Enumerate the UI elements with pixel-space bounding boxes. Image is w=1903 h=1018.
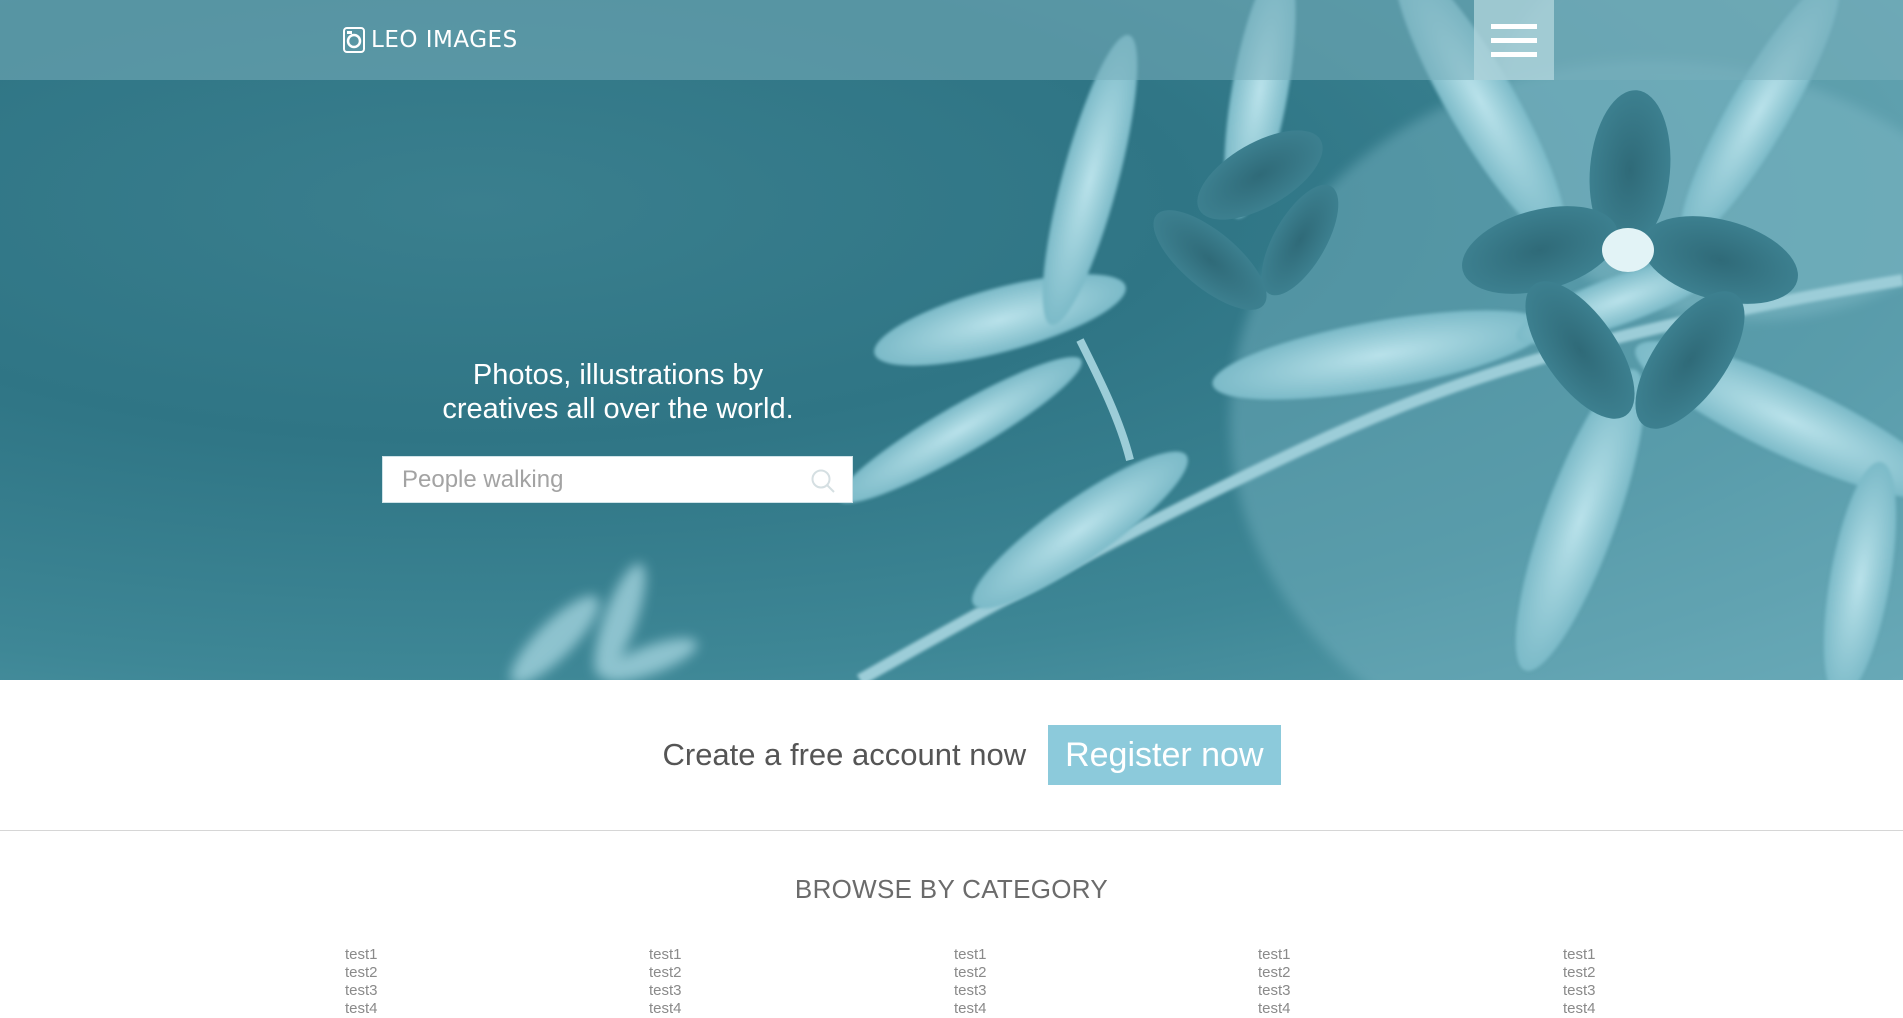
search-box (382, 456, 853, 503)
category-link[interactable]: test4 (954, 1000, 1154, 1018)
hero-tagline: Photos, illustrations by creatives all o… (382, 358, 854, 426)
category-link[interactable]: test4 (649, 1000, 849, 1018)
register-prompt: Create a free account now (662, 737, 1027, 772)
category-column: test1 test2 test3 test4 (345, 946, 545, 1018)
brand-logo[interactable]: LEO IMAGES (343, 26, 518, 54)
category-link[interactable]: test1 (649, 946, 849, 964)
hero-flower-image (510, 0, 1903, 680)
tagline-line-2: creatives all over the world. (442, 393, 794, 425)
section-divider (0, 830, 1903, 831)
category-link[interactable]: test2 (345, 964, 545, 982)
category-column: test1 test2 test3 test4 (1563, 946, 1763, 1018)
browse-category-title: BROWSE BY CATEGORY (794, 874, 1109, 904)
category-column: test1 test2 test3 test4 (649, 946, 849, 1018)
search-icon[interactable] (810, 468, 836, 494)
category-link[interactable]: test3 (1258, 982, 1458, 1000)
category-link[interactable]: test1 (1563, 946, 1763, 964)
category-link[interactable]: test2 (1258, 964, 1458, 982)
brand-name: LEO IMAGES (371, 27, 518, 53)
category-link[interactable]: test3 (954, 982, 1154, 1000)
hamburger-icon (1491, 23, 1537, 29)
hamburger-icon (1491, 37, 1537, 43)
search-input[interactable] (383, 457, 852, 502)
camera-icon (343, 27, 365, 53)
category-link[interactable]: test2 (649, 964, 849, 982)
category-link[interactable]: test2 (954, 964, 1154, 982)
register-section: Create a free account now Register now (0, 680, 1903, 830)
category-link[interactable]: test2 (1563, 964, 1763, 982)
category-link[interactable]: test1 (1258, 946, 1458, 964)
category-column: test1 test2 test3 test4 (954, 946, 1154, 1018)
category-link[interactable]: test4 (1563, 1000, 1763, 1018)
hero-section: LEO IMAGES Photos, illustrations by crea… (0, 0, 1903, 680)
category-link[interactable]: test4 (345, 1000, 545, 1018)
category-column: test1 test2 test3 test4 (1258, 946, 1458, 1018)
category-link[interactable]: test3 (1563, 982, 1763, 1000)
tagline-line-1: Photos, illustrations by (472, 359, 764, 391)
category-link[interactable]: test1 (954, 946, 1154, 964)
register-button[interactable]: Register now (1048, 725, 1281, 785)
category-link[interactable]: test1 (345, 946, 545, 964)
hamburger-menu-button[interactable] (1474, 0, 1554, 80)
category-link[interactable]: test3 (345, 982, 545, 1000)
top-navigation-bar: LEO IMAGES (0, 0, 1903, 80)
category-link[interactable]: test3 (649, 982, 849, 1000)
hamburger-icon (1491, 51, 1537, 57)
category-link[interactable]: test4 (1258, 1000, 1458, 1018)
